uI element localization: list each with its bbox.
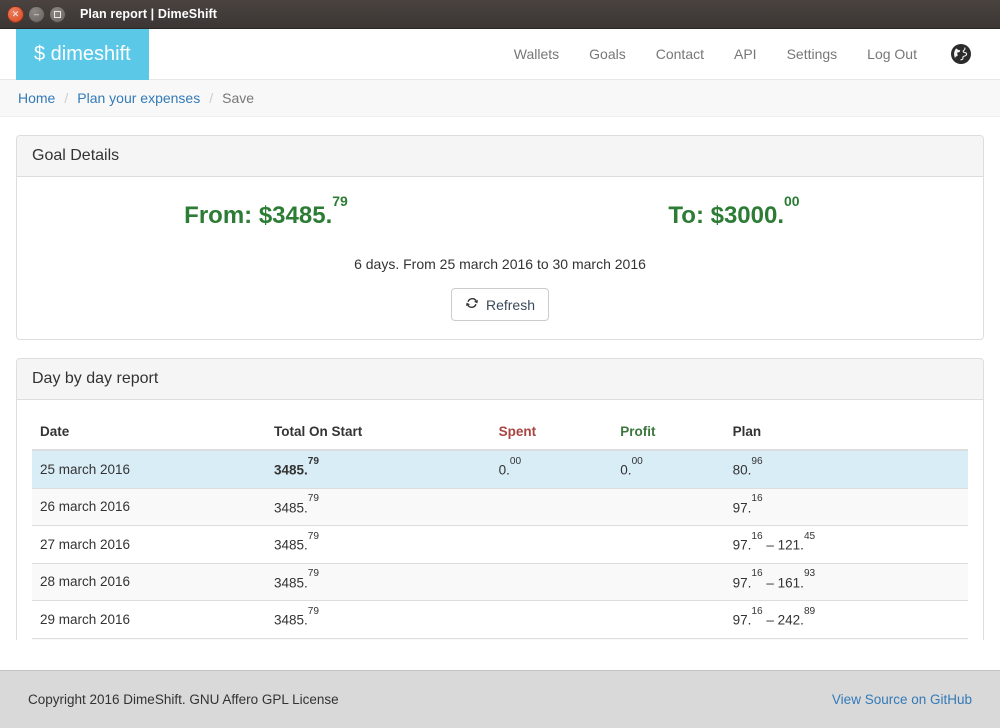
column-header-date: Date: [32, 414, 266, 451]
nav-item-contact[interactable]: Contact: [641, 29, 719, 80]
nav-item-settings[interactable]: Settings: [772, 29, 853, 80]
nav-item-goals[interactable]: Goals: [574, 29, 641, 80]
cell-date: 29 march 2016: [32, 600, 266, 638]
goal-to-amount: To: $3000.00: [668, 193, 800, 229]
window-controls: ✕ –: [7, 5, 66, 23]
cell-profit: [612, 487, 725, 526]
table-row[interactable]: 25 march 2016 3485.79 0.00 0.00 80.96: [32, 449, 968, 488]
report-table-body: 25 march 2016 3485.79 0.00 0.00 80.96 26…: [32, 449, 968, 640]
goal-amounts-row: From: $3485.79 To: $3000.00: [32, 191, 968, 230]
page-content: $ dimeshift Wallets Goals Contact API Se…: [0, 29, 1000, 640]
day-by-day-report-panel: Day by day report Date Total On Start Sp…: [16, 358, 984, 640]
cell-date: 30 march 2016: [32, 637, 266, 640]
breadcrumb-item-home[interactable]: Home: [18, 90, 55, 106]
brand-logo[interactable]: $ dimeshift: [16, 29, 149, 80]
cell-plan: 97.16 – 161.93: [724, 562, 968, 601]
globe-icon[interactable]: [932, 43, 982, 65]
cell-date: 27 march 2016: [32, 525, 266, 563]
report-table-head: Date Total On Start Spent Profit Plan: [32, 414, 968, 451]
cell-plan: 80.96: [724, 449, 968, 488]
cell-total-on-start: 3485.79: [266, 562, 491, 601]
cell-total-on-start: 3485.79: [266, 525, 491, 563]
cell-spent: [490, 637, 613, 640]
column-header-plan: Plan: [724, 414, 968, 451]
cell-plan: 97.16 – 242.89: [724, 600, 968, 638]
refresh-icon: [465, 296, 479, 313]
maximize-button[interactable]: [49, 5, 66, 23]
footer-copyright: Copyright 2016 DimeShift. GNU Affero GPL…: [28, 692, 339, 707]
goal-from-amount: From: $3485.79: [184, 193, 348, 229]
report-header: Day by day report: [17, 359, 983, 400]
cell-spent: 0.00: [490, 449, 613, 488]
goal-to-column: To: $3000.00: [500, 193, 968, 230]
minimize-button[interactable]: –: [28, 5, 45, 23]
report-header-row: Date Total On Start Spent Profit Plan: [32, 414, 968, 451]
cell-profit: 0.00: [612, 449, 725, 488]
cell-total-on-start: 3485.79: [266, 449, 491, 488]
report-body: Date Total On Start Spent Profit Plan 25…: [17, 400, 983, 640]
goal-period-text: 6 days. From 25 march 2016 to 30 march 2…: [354, 256, 646, 272]
goal-from-cents: 79: [332, 193, 348, 210]
breadcrumb-separator: /: [209, 90, 214, 106]
cell-spent: [490, 487, 613, 526]
column-header-profit: Profit: [612, 414, 725, 451]
nav-links: Wallets Goals Contact API Settings Log O…: [499, 29, 1000, 79]
table-row[interactable]: 30 march 2016 3485.79 97.16 – 485.79: [32, 637, 968, 640]
window-titlebar: ✕ – Plan report | DimeShift: [0, 0, 1000, 29]
nav-item-api[interactable]: API: [719, 29, 772, 80]
column-header-total-on-start: Total On Start: [266, 414, 491, 451]
cell-plan: 97.16 – 121.45: [724, 525, 968, 563]
cell-plan: 97.16 – 485.79: [724, 637, 968, 640]
report-title: Day by day report: [32, 370, 159, 387]
column-header-spent: Spent: [490, 414, 613, 451]
refresh-button-label: Refresh: [485, 296, 536, 313]
breadcrumb-item-plan-your-expenses[interactable]: Plan your expenses: [77, 90, 200, 106]
cell-date: 28 march 2016: [32, 562, 266, 601]
cell-spent: [490, 600, 613, 638]
report-table: Date Total On Start Spent Profit Plan 25…: [32, 414, 968, 640]
goal-details-header: Goal Details: [17, 136, 983, 177]
cell-spent: [490, 562, 613, 601]
goal-to-cents: 00: [784, 193, 800, 210]
table-row[interactable]: 27 march 2016 3485.79 97.16 – 121.45: [32, 525, 968, 563]
cell-profit: [612, 562, 725, 601]
cell-spent: [490, 525, 613, 563]
goal-from-column: From: $3485.79: [32, 193, 500, 230]
breadcrumb-separator: /: [64, 90, 69, 106]
goal-details-title: Goal Details: [32, 147, 120, 164]
breadcrumb: Home / Plan your expenses / Save: [0, 80, 1000, 117]
refresh-button-wrap: Refresh: [32, 288, 968, 321]
cell-profit: [612, 525, 725, 563]
cell-total-on-start: 3485.79: [266, 487, 491, 526]
cell-plan: 97.16: [724, 487, 968, 526]
cell-total-on-start: 3485.79: [266, 637, 491, 640]
nav-item-logout[interactable]: Log Out: [852, 29, 932, 80]
close-button[interactable]: ✕: [7, 5, 24, 23]
goal-details-panel: Goal Details From: $3485.79 To: $3000.00…: [16, 135, 984, 340]
cell-total-on-start: 3485.79: [266, 600, 491, 638]
goal-details-body: From: $3485.79 To: $3000.00 6 days. From…: [17, 177, 983, 339]
table-row[interactable]: 28 march 2016 3485.79 97.16 – 161.93: [32, 562, 968, 601]
table-row[interactable]: 26 march 2016 3485.79 97.16: [32, 487, 968, 526]
cell-profit: [612, 600, 725, 638]
breadcrumb-item-save: Save: [222, 90, 255, 106]
window-title: Plan report | DimeShift: [80, 7, 218, 21]
cell-date: 25 march 2016: [32, 449, 266, 488]
page-container: Goal Details From: $3485.79 To: $3000.00…: [0, 135, 1000, 640]
main-navbar: $ dimeshift Wallets Goals Contact API Se…: [0, 29, 1000, 80]
refresh-button[interactable]: Refresh: [450, 288, 550, 321]
footer-github-link[interactable]: View Source on GitHub: [832, 692, 972, 707]
cell-profit: [612, 637, 725, 640]
table-row[interactable]: 29 march 2016 3485.79 97.16 – 242.89: [32, 600, 968, 638]
page-footer: Copyright 2016 DimeShift. GNU Affero GPL…: [0, 670, 1000, 728]
cell-date: 26 march 2016: [32, 487, 266, 526]
nav-item-wallets[interactable]: Wallets: [499, 29, 574, 80]
